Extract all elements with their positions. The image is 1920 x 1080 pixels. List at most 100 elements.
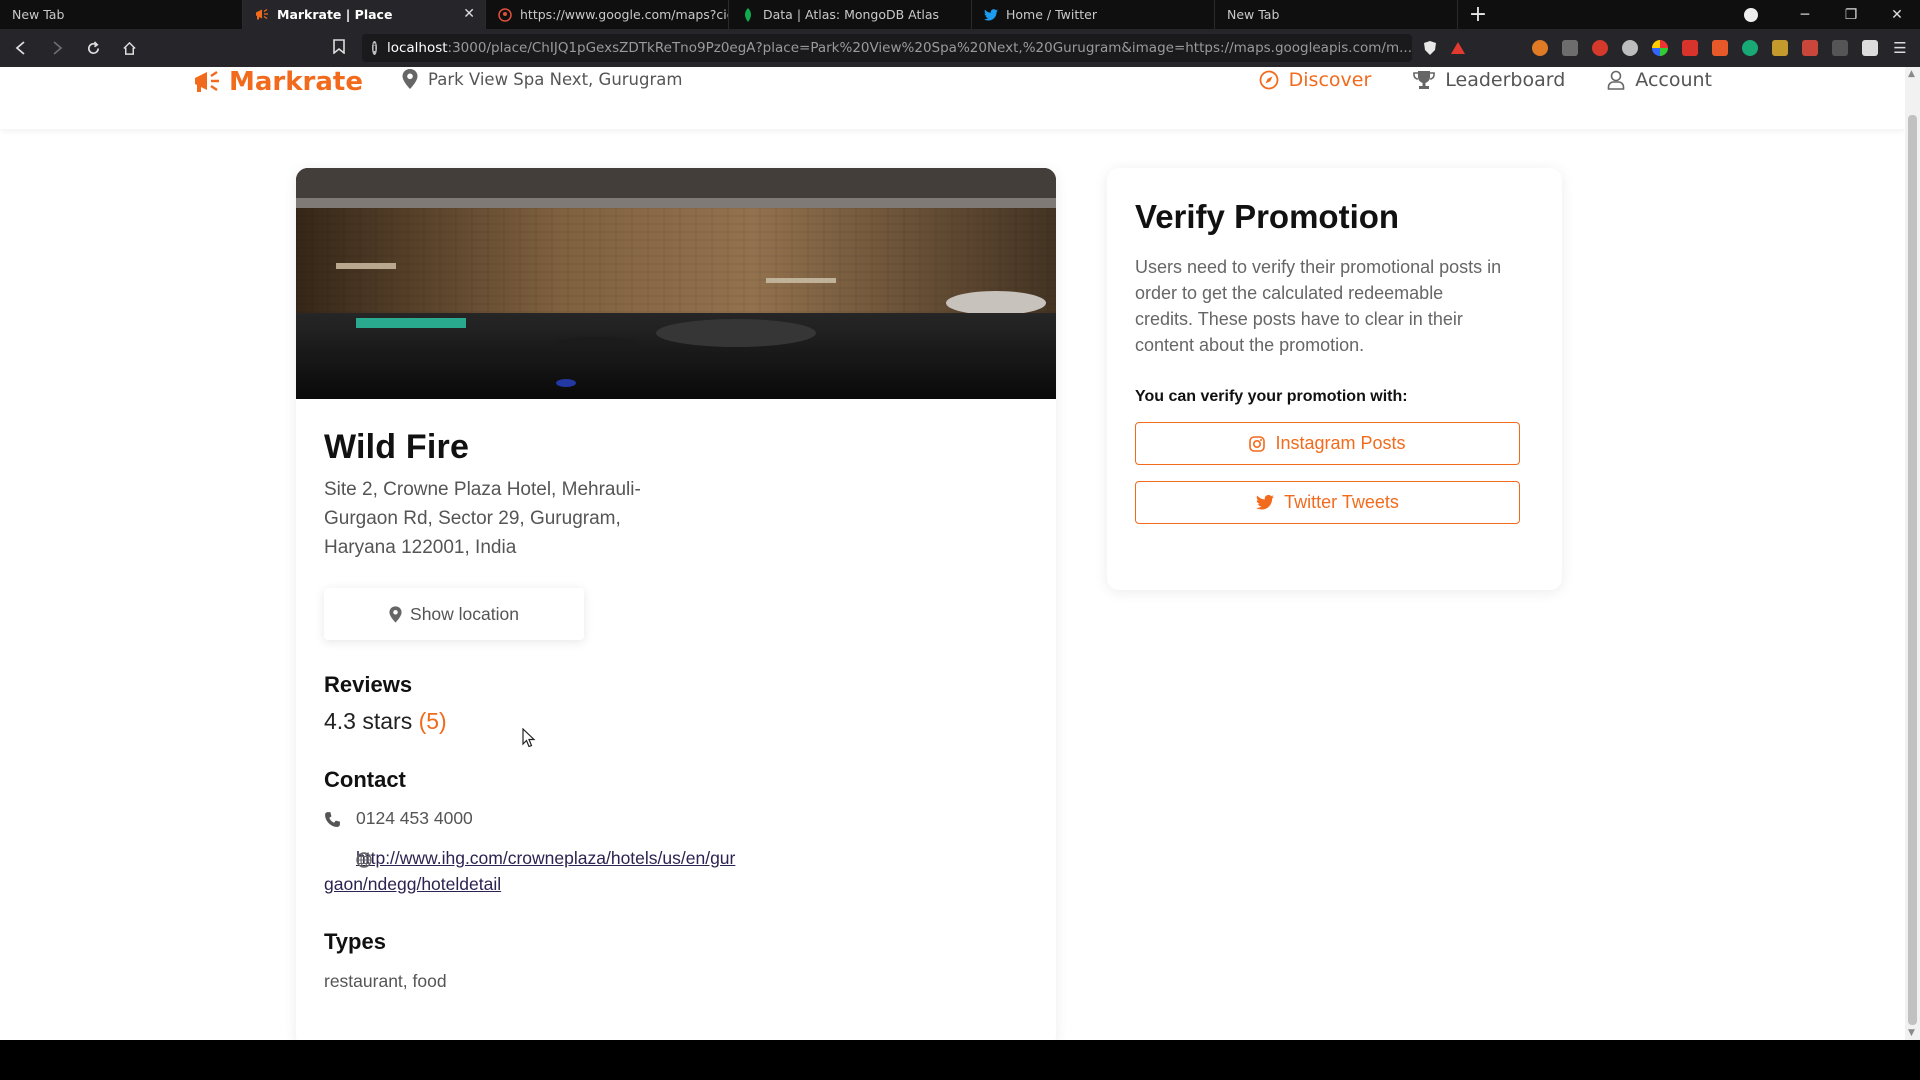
extension-icon[interactable]: [1802, 40, 1818, 56]
maps-icon: [498, 7, 512, 22]
extension-icon[interactable]: [1832, 40, 1848, 56]
site-header: Markrate Park View Spa Next, Gurugram Di…: [0, 67, 1905, 129]
trophy-icon: [1413, 71, 1436, 89]
tab-label: New Tab: [1227, 7, 1280, 22]
window-controls: ─ ❐ ✕: [1744, 0, 1920, 29]
url-host: localhost: [386, 40, 448, 56]
tab-google-maps[interactable]: https://www.google.com/maps?cid=3: [486, 0, 729, 29]
contact-phone: 0124 453 4000: [324, 805, 1024, 835]
extension-icon[interactable]: [1532, 40, 1548, 56]
globe-icon: [324, 849, 372, 875]
restore-icon[interactable]: ❐: [1828, 7, 1874, 23]
location-label: Park View Spa Next, Gurugram: [428, 69, 683, 89]
menu-icon[interactable]: ☰: [1892, 40, 1908, 56]
window-close-icon[interactable]: ✕: [1874, 7, 1920, 23]
new-tab-button[interactable]: +: [1458, 0, 1498, 29]
markrate-icon: [255, 8, 269, 22]
rating-text: 4.3 stars: [324, 708, 413, 734]
promotion-description: Users need to verify their promotional p…: [1135, 257, 1502, 355]
tab-twitter[interactable]: Home / Twitter: [972, 0, 1215, 29]
place-photo: [296, 168, 1056, 399]
browser-toolbar: i localhost:3000/place/ChIJQ1pGexsZDTkRe…: [0, 29, 1920, 67]
home-icon[interactable]: [114, 33, 144, 63]
map-pin-icon: [389, 605, 402, 623]
brave-shield-icon[interactable]: [1420, 38, 1440, 58]
screen-bottom-band: [0, 1040, 1920, 1080]
megaphone-icon: [195, 70, 219, 92]
rating: 4.3 stars (5): [324, 708, 1024, 735]
instagram-posts-button[interactable]: Instagram Posts: [1135, 422, 1520, 465]
extension-icon[interactable]: [1742, 40, 1758, 56]
show-location-label: Show location: [410, 603, 519, 624]
scrollbar-thumb[interactable]: [1908, 115, 1917, 1025]
map-pin-icon: [402, 69, 418, 89]
nav-label: Leaderboard: [1445, 69, 1566, 91]
page-viewport: Markrate Park View Spa Next, Gurugram Di…: [0, 67, 1920, 1040]
url-path: :3000/place/ChIJQ1pGexsZDTkReTno9Pz0egA?…: [447, 40, 1412, 56]
back-icon[interactable]: [6, 33, 36, 63]
tab-new-tab-1[interactable]: New Tab: [0, 0, 243, 29]
tab-mongodb-atlas[interactable]: Data | Atlas: MongoDB Atlas: [729, 0, 972, 29]
tab-label: Home / Twitter: [1006, 7, 1097, 22]
place-name: Wild Fire: [324, 428, 470, 466]
brand-logo[interactable]: Markrate: [193, 67, 363, 97]
extensions-area: ☰: [1532, 29, 1908, 67]
review-count[interactable]: (5): [419, 708, 447, 734]
puzzle-icon[interactable]: [1862, 40, 1878, 56]
profile-icon[interactable]: [1744, 7, 1758, 22]
scroll-down-icon[interactable]: ▼: [1908, 1028, 1915, 1038]
nav-leaderboard[interactable]: Leaderboard: [1413, 69, 1565, 91]
tab-markrate-place[interactable]: Markrate | Place ✕: [243, 0, 486, 29]
user-icon: [1607, 70, 1625, 90]
place-details: Wild Fire Site 2, Crowne Plaza Hotel, Me…: [324, 428, 1024, 992]
phone-number[interactable]: 0124 453 4000: [356, 805, 473, 831]
brave-rewards-icon[interactable]: [1448, 38, 1468, 58]
site-info-icon[interactable]: i: [372, 41, 377, 55]
website-link[interactable]: http://www.ihg.com/crowneplaza/hotels/us…: [324, 848, 735, 894]
extension-icon[interactable]: [1652, 40, 1668, 56]
place-card: Wild Fire Site 2, Crowne Plaza Hotel, Me…: [296, 168, 1056, 1040]
phone-icon: [324, 805, 344, 835]
verify-promotion-card: Verify Promotion Users need to verify th…: [1107, 168, 1562, 590]
extension-icon[interactable]: [1712, 40, 1728, 56]
minimize-icon[interactable]: ─: [1782, 7, 1828, 23]
twitter-icon: [1256, 495, 1275, 510]
button-label: Twitter Tweets: [1284, 492, 1399, 512]
place-address: Site 2, Crowne Plaza Hotel, Mehrauli-Gur…: [324, 479, 641, 558]
browser-tab-bar: New Tab Markrate | Place ✕ https://www.g…: [0, 0, 1920, 29]
promotion-subheading: You can verify your promotion with:: [1135, 388, 1408, 405]
bookmark-icon[interactable]: [324, 38, 354, 58]
tab-label: Data | Atlas: MongoDB Atlas: [763, 7, 940, 22]
contact-heading: Contact: [324, 767, 406, 792]
mongodb-leaf-icon: [741, 7, 755, 22]
page-scrollbar[interactable]: ▲ ▼: [1905, 67, 1920, 1040]
nav-account[interactable]: Account: [1607, 69, 1712, 91]
extension-icon[interactable]: [1562, 40, 1578, 56]
reviews-heading: Reviews: [324, 672, 413, 697]
tab-label: Markrate | Place: [277, 7, 393, 22]
contact-website: http://www.ihg.com/crowneplaza/hotels/us…: [324, 845, 744, 897]
close-icon[interactable]: ✕: [463, 6, 475, 22]
current-location[interactable]: Park View Spa Next, Gurugram: [402, 69, 682, 89]
show-location-button[interactable]: Show location: [324, 588, 584, 640]
reload-icon[interactable]: [78, 33, 108, 63]
extension-icon[interactable]: [1592, 40, 1608, 56]
extension-icon[interactable]: [1682, 40, 1698, 56]
tab-new-tab-2[interactable]: New Tab: [1215, 0, 1458, 29]
nav-discover[interactable]: Discover: [1259, 69, 1372, 91]
forward-icon[interactable]: [42, 33, 72, 63]
nav-label: Account: [1635, 69, 1712, 91]
types-heading: Types: [324, 929, 386, 954]
nav-label: Discover: [1288, 69, 1372, 91]
extension-icon[interactable]: [1622, 40, 1638, 56]
tab-label: New Tab: [12, 7, 65, 22]
extension-icon[interactable]: [1772, 40, 1788, 56]
scroll-up-icon[interactable]: ▲: [1908, 69, 1915, 79]
place-types: restaurant, food: [324, 971, 447, 991]
brand-name: Markrate: [229, 67, 363, 97]
compass-icon: [1259, 70, 1279, 90]
twitter-icon: [984, 8, 998, 22]
twitter-tweets-button[interactable]: Twitter Tweets: [1135, 481, 1520, 524]
address-bar[interactable]: i localhost:3000/place/ChIJQ1pGexsZDTkRe…: [362, 34, 1412, 62]
tab-label: https://www.google.com/maps?cid=3: [520, 7, 728, 22]
